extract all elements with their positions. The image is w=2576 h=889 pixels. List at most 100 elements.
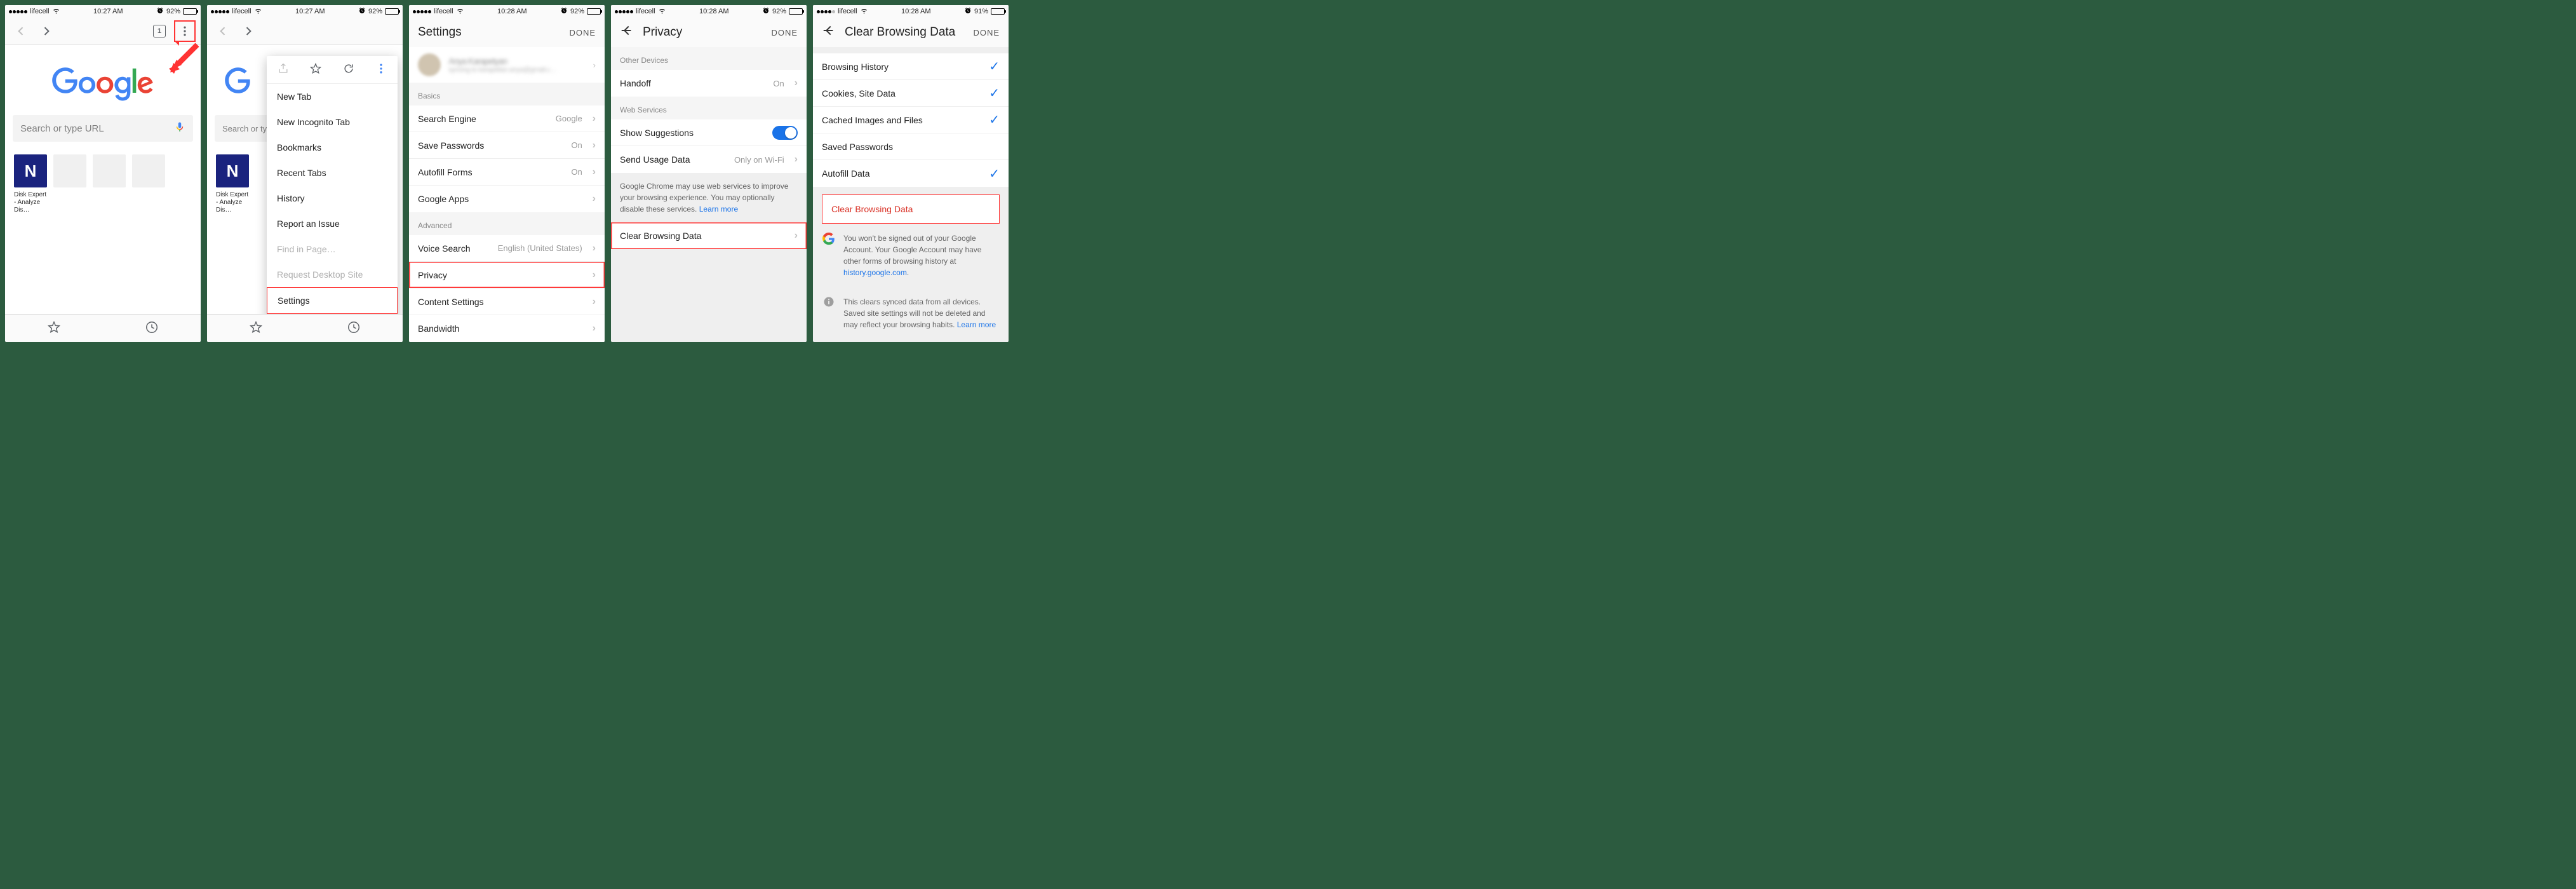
tile-empty[interactable]: [93, 154, 126, 214]
done-button[interactable]: DONE: [771, 28, 798, 37]
chevron-right-icon: ›: [593, 113, 596, 125]
history-link[interactable]: history.google.com: [843, 268, 907, 277]
row-cookies[interactable]: Cookies, Site Data✓: [813, 80, 1009, 107]
info-icon: [822, 296, 836, 330]
check-icon: ✓: [989, 58, 1000, 74]
bookmark-icon[interactable]: [47, 320, 61, 336]
back-button[interactable]: [620, 24, 634, 41]
row-google-apps[interactable]: Google Apps›: [409, 186, 605, 212]
menu-item-find-in-page: Find in Page…: [267, 236, 398, 262]
share-icon[interactable]: [277, 62, 290, 77]
most-visited-tiles: N Disk Expert - Analyze Dis…: [5, 146, 201, 223]
chevron-right-icon: ›: [593, 193, 596, 205]
search-placeholder: Search or type URL: [20, 123, 104, 134]
tile-disk-expert[interactable]: N Disk Expert - Analyze Dis…: [216, 154, 249, 214]
red-arrow-annotation: [169, 42, 201, 74]
menu-button[interactable]: [174, 20, 196, 42]
check-icon: ✓: [989, 85, 1000, 101]
chevron-right-icon: ›: [593, 140, 596, 151]
row-content-settings[interactable]: Content Settings›: [409, 288, 605, 315]
back-button[interactable]: [822, 24, 836, 41]
learn-more-link[interactable]: Learn more: [699, 205, 738, 214]
menu-item-new-incognito[interactable]: New Incognito Tab: [267, 109, 398, 135]
row-show-suggestions[interactable]: Show Suggestions: [611, 119, 807, 146]
tabs-button[interactable]: 1: [149, 20, 170, 42]
chevron-right-icon: ›: [593, 166, 596, 178]
chevron-right-icon: ›: [795, 230, 798, 241]
menu-item-new-tab[interactable]: New Tab: [267, 84, 398, 109]
signal-dots-icon: [413, 10, 431, 13]
toggle-on[interactable]: [772, 126, 798, 140]
signal-dots-icon: [9, 10, 27, 13]
search-input[interactable]: Search or type URL: [13, 115, 193, 142]
row-autofill-data[interactable]: Autofill Data✓: [813, 160, 1009, 187]
phone-2-menu-open: lifecell 10:27 AM 92% Search or ty N Dis…: [207, 5, 403, 342]
reload-icon[interactable]: [342, 62, 355, 77]
menu-item-settings[interactable]: Settings: [267, 287, 398, 314]
star-icon[interactable]: [309, 62, 322, 77]
row-saved-passwords[interactable]: Saved Passwords: [813, 133, 1009, 160]
battery-icon: [183, 8, 197, 15]
bookmark-icon[interactable]: [249, 320, 263, 336]
menu-dots-icon[interactable]: [375, 62, 387, 77]
wifi-icon: [456, 6, 464, 17]
menu-item-bookmarks[interactable]: Bookmarks: [267, 135, 398, 160]
row-send-usage[interactable]: Send Usage DataOnly on Wi-Fi›: [611, 146, 807, 173]
carrier-label: lifecell: [30, 8, 50, 15]
search-input[interactable]: Search or ty: [215, 115, 272, 142]
clear-browsing-data-button[interactable]: Clear Browsing Data: [822, 194, 1000, 224]
phone-4-privacy: lifecell 10:28 AM 92% Privacy DONE Other…: [611, 5, 807, 342]
learn-more-link[interactable]: Learn more: [957, 320, 996, 329]
signal-dots-icon: [615, 10, 633, 13]
row-handoff[interactable]: HandoffOn›: [611, 70, 807, 97]
row-privacy[interactable]: Privacy›: [409, 262, 605, 288]
row-browsing-history[interactable]: Browsing History✓: [813, 53, 1009, 80]
clear-header: Clear Browsing Data DONE: [813, 18, 1009, 47]
overflow-menu: New Tab New Incognito Tab Bookmarks Rece…: [267, 56, 398, 314]
row-clear-browsing-data[interactable]: Clear Browsing Data›: [611, 222, 807, 249]
row-autofill-forms[interactable]: Autofill FormsOn›: [409, 159, 605, 186]
account-row[interactable]: Anya Karapetyan syncing to karapetian.an…: [409, 47, 605, 83]
alarm-icon: [762, 7, 770, 17]
chevron-right-icon: ›: [795, 78, 798, 89]
section-basics: Basics: [409, 83, 605, 105]
chevron-right-icon: ›: [593, 243, 596, 254]
google-g-icon: [822, 233, 836, 278]
web-services-note: Google Chrome may use web services to im…: [611, 173, 807, 222]
row-voice-search[interactable]: Voice SearchEnglish (United States)›: [409, 235, 605, 262]
forward-button[interactable]: [36, 20, 57, 42]
forward-button[interactable]: [238, 20, 259, 42]
alarm-icon: [358, 7, 366, 17]
battery-pct: 92%: [166, 8, 180, 15]
page-title: Settings: [418, 25, 462, 39]
tile-empty[interactable]: [132, 154, 165, 214]
back-button[interactable]: [212, 20, 234, 42]
status-bar: lifecell 10:27 AM 92%: [207, 5, 403, 18]
page-content: Search or type URL N Disk Expert - Analy…: [5, 44, 201, 314]
signal-dots-icon: [211, 10, 229, 13]
menu-item-report-issue[interactable]: Report an Issue: [267, 211, 398, 236]
avatar: [418, 53, 441, 76]
menu-item-recent-tabs[interactable]: Recent Tabs: [267, 160, 398, 186]
wifi-icon: [254, 6, 262, 17]
row-bandwidth[interactable]: Bandwidth›: [409, 315, 605, 342]
back-button[interactable]: [10, 20, 32, 42]
done-button[interactable]: DONE: [973, 28, 1000, 37]
tile-disk-expert[interactable]: N Disk Expert - Analyze Dis…: [14, 154, 47, 214]
signal-dots-icon: [817, 10, 835, 13]
row-save-passwords[interactable]: Save PasswordsOn›: [409, 132, 605, 159]
info-sync: This clears synced data from all devices…: [813, 287, 1009, 339]
mic-icon[interactable]: [174, 121, 185, 135]
section-web-services: Web Services: [611, 97, 807, 119]
bottom-toolbar: [207, 314, 403, 342]
row-search-engine[interactable]: Search EngineGoogle›: [409, 105, 605, 132]
wifi-icon: [658, 6, 666, 17]
section-advanced: Advanced: [409, 212, 605, 235]
tile-empty[interactable]: [53, 154, 86, 214]
bottom-toolbar: [5, 314, 201, 342]
history-icon[interactable]: [145, 320, 159, 336]
done-button[interactable]: DONE: [569, 28, 596, 37]
menu-item-history[interactable]: History: [267, 186, 398, 211]
row-cached-images[interactable]: Cached Images and Files✓: [813, 107, 1009, 133]
history-icon[interactable]: [347, 320, 361, 336]
